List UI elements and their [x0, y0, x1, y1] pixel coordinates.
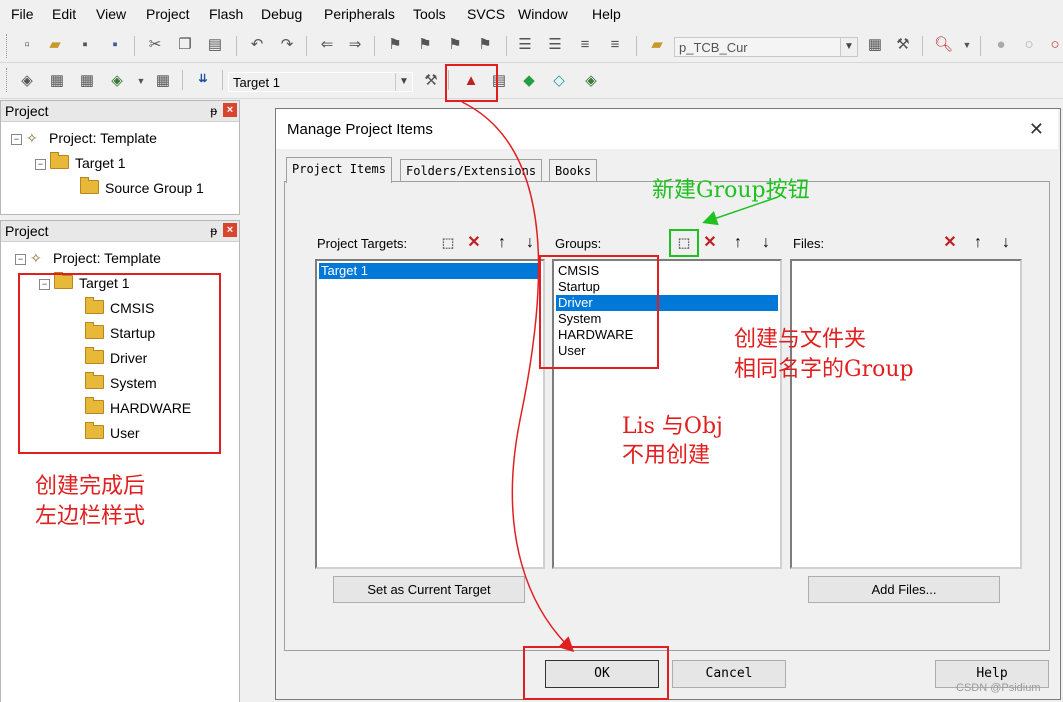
annotation-sidebar: 左边栏样式	[35, 504, 146, 529]
annotation-arrows	[461, 101, 776, 653]
annotation-lis-obj: 不用创建	[622, 443, 711, 468]
arrow-to-ok	[461, 101, 575, 653]
annotation-same-name: 创建与文件夹	[734, 327, 867, 352]
annotation-lis-obj: Lis 与Obj	[622, 414, 723, 439]
annotation-same-name: 相同名字的Group	[734, 357, 914, 382]
annotation-new-group: 新建Group按钮	[652, 178, 810, 203]
tab-project-items[interactable]: Project Items	[286, 157, 392, 183]
watermark: CSDN @Psidium	[956, 682, 1041, 694]
annotation-sidebar: 创建完成后	[35, 474, 146, 499]
